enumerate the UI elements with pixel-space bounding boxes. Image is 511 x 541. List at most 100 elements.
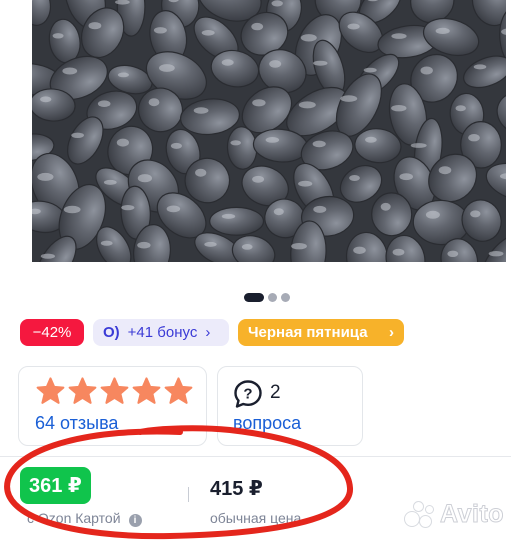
star-icon (100, 377, 129, 404)
pebble-highlight (97, 100, 111, 107)
pebble-highlight (221, 213, 236, 219)
gallery-dot[interactable] (268, 293, 277, 302)
black-friday-text: Черная пятница (248, 324, 368, 341)
pebble-highlight (40, 253, 55, 259)
pebble-highlight (473, 64, 487, 70)
bonus-badge[interactable]: O) +41 бонус › (93, 319, 229, 346)
pebble-highlight (62, 67, 78, 75)
pebble-highlight (201, 30, 215, 36)
pebble-highlight (100, 240, 113, 246)
pebble-highlight (347, 23, 360, 30)
pebble-highlight (148, 98, 160, 107)
gallery-dot[interactable] (281, 293, 290, 302)
pebble-highlight (392, 248, 405, 256)
pebble-highlight (116, 138, 129, 147)
pebble-highlight (410, 143, 427, 148)
pebble-highlight (298, 180, 313, 187)
pebble-highlight (137, 174, 152, 183)
price-divider (188, 487, 189, 502)
pebble-highlight (380, 202, 391, 211)
star-icon (164, 377, 193, 404)
pebble-highlight (313, 60, 328, 66)
bonus-text: +41 бонус (127, 324, 198, 341)
avito-watermark-text: Avito (439, 500, 505, 529)
gallery-dot-active[interactable] (244, 293, 264, 302)
pebble-highlight (273, 208, 284, 216)
pebble-highlight (271, 0, 283, 7)
ozon-card-label: с Ozon Картой i (27, 510, 142, 527)
ozon-bonus-icon: O) (103, 324, 120, 341)
pebble-highlight (365, 136, 377, 143)
pebble-highlight (470, 210, 481, 218)
ozon-card-price: 361 ₽ (20, 467, 91, 504)
questions-card[interactable]: ? 2 вопроса (217, 366, 363, 446)
pebble-highlight (252, 99, 266, 107)
pebble-highlight (221, 59, 234, 66)
regular-price-label: обычная цена (210, 510, 302, 526)
pebble-highlight (391, 105, 407, 112)
reviews-link[interactable]: 64 отзыва (35, 413, 118, 434)
pebble-highlight (438, 166, 452, 175)
black-friday-badge[interactable]: Черная пятница › (238, 319, 404, 346)
pebble-highlight (265, 137, 280, 143)
pebble-highlight (252, 175, 265, 183)
gallery-pagination (244, 293, 290, 302)
pebble-highlight (488, 251, 504, 257)
pebble-highlight (447, 250, 459, 257)
star-rating (35, 376, 194, 407)
pebble-highlight (399, 173, 414, 181)
questions-count: 2 (270, 382, 281, 403)
pebble-highlight (193, 107, 209, 114)
star-icon (68, 377, 97, 404)
info-icon[interactable]: i (128, 514, 142, 527)
pebble-highlight (40, 96, 52, 103)
pebble-highlight (204, 241, 217, 247)
pebble-highlight (425, 210, 440, 219)
pebble-highlight (349, 175, 360, 181)
pebble-highlight (340, 95, 358, 102)
badge-row: −42% O) +41 бонус › Черная пятница › (20, 319, 404, 346)
rating-card[interactable]: 64 отзыва (18, 366, 207, 446)
pebble-highlight (159, 64, 175, 72)
pebble-highlight (391, 33, 407, 39)
pebble-highlight (455, 105, 466, 112)
pebble (209, 206, 265, 236)
pebble-highlight (353, 246, 366, 254)
regular-price: 415 ₽ (210, 478, 263, 500)
pebble-highlight (71, 132, 84, 138)
pebble-highlight (166, 205, 181, 213)
pebble-highlight (313, 205, 327, 213)
product-image[interactable] (32, 0, 506, 262)
pebble-highlight (468, 134, 480, 142)
pebbles-photo (32, 0, 506, 262)
pebble-highlight (291, 243, 307, 250)
star-icon (36, 377, 65, 404)
discount-text: −42% (32, 324, 72, 341)
questions-link[interactable]: вопроса (233, 413, 301, 434)
pebble-highlight (63, 205, 81, 214)
pebble-highlight (251, 22, 264, 31)
pebble-highlight (37, 172, 54, 181)
pebble-highlight (88, 22, 102, 30)
discount-badge: −42% (20, 319, 84, 346)
svg-text:?: ? (243, 386, 252, 403)
pebble-highlight (298, 101, 316, 109)
avito-logo-icon (404, 500, 434, 529)
ozon-card-label-text: с Ozon Картой (27, 510, 121, 526)
chevron-right-icon: › (389, 324, 394, 341)
pebble-highlight (269, 60, 282, 68)
pebble-highlight (153, 27, 167, 34)
pebble-highlight (103, 179, 117, 185)
pebble-highlight (435, 27, 450, 34)
pebble-highlight (52, 33, 64, 39)
pebble-highlight (137, 241, 151, 249)
star-icon (132, 377, 161, 404)
pebble-highlight (300, 34, 317, 42)
question-bubble-icon: ? (234, 380, 262, 408)
pebble-highlight (363, 67, 377, 73)
pebble (371, 192, 413, 237)
chevron-right-icon: › (205, 324, 211, 341)
pebble-highlight (117, 72, 129, 78)
pebble-highlight (241, 244, 253, 250)
pebble-highlight (195, 168, 207, 177)
